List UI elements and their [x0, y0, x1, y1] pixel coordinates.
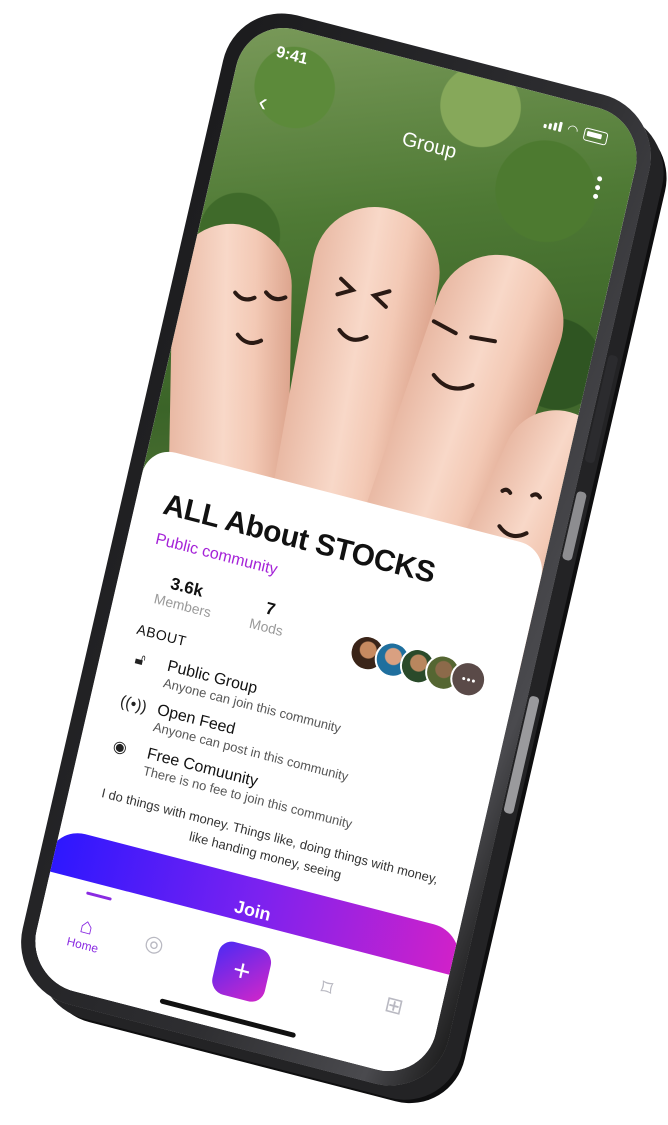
about-heading: ABOUT	[135, 620, 189, 650]
active-tab-indicator	[86, 891, 112, 901]
phone-mockup: 9:41 ◠ ‹ Group ALL About STOCKS Public c…	[8, 0, 664, 1100]
tab-grid[interactable]: ⊞	[382, 990, 406, 1020]
members-stat: 3.6k Members	[153, 571, 218, 621]
bookmark-icon: ⌑	[318, 974, 336, 1002]
broadcast-icon: ((•))	[118, 692, 149, 717]
create-post-button[interactable]: +	[209, 938, 274, 1005]
unlock-icon: 🔓︎	[133, 650, 148, 670]
mods-stat: 7 Mods	[248, 595, 289, 640]
plus-icon: +	[229, 952, 254, 990]
stage: 9:41 ◠ ‹ Group ALL About STOCKS Public c…	[0, 0, 668, 1125]
compass-icon: ◎	[142, 928, 167, 958]
tab-explore[interactable]: ◎	[142, 928, 167, 958]
tab-saved[interactable]: ⌑	[318, 974, 336, 1002]
cellular-signal-icon	[542, 118, 563, 133]
eye-icon: ◉	[111, 737, 129, 758]
grid-icon: ⊞	[382, 990, 406, 1020]
tab-home[interactable]: ⌂ Home	[65, 911, 105, 956]
member-avatars[interactable]	[346, 631, 490, 702]
battery-icon	[582, 126, 609, 146]
wifi-icon: ◠	[565, 120, 581, 139]
